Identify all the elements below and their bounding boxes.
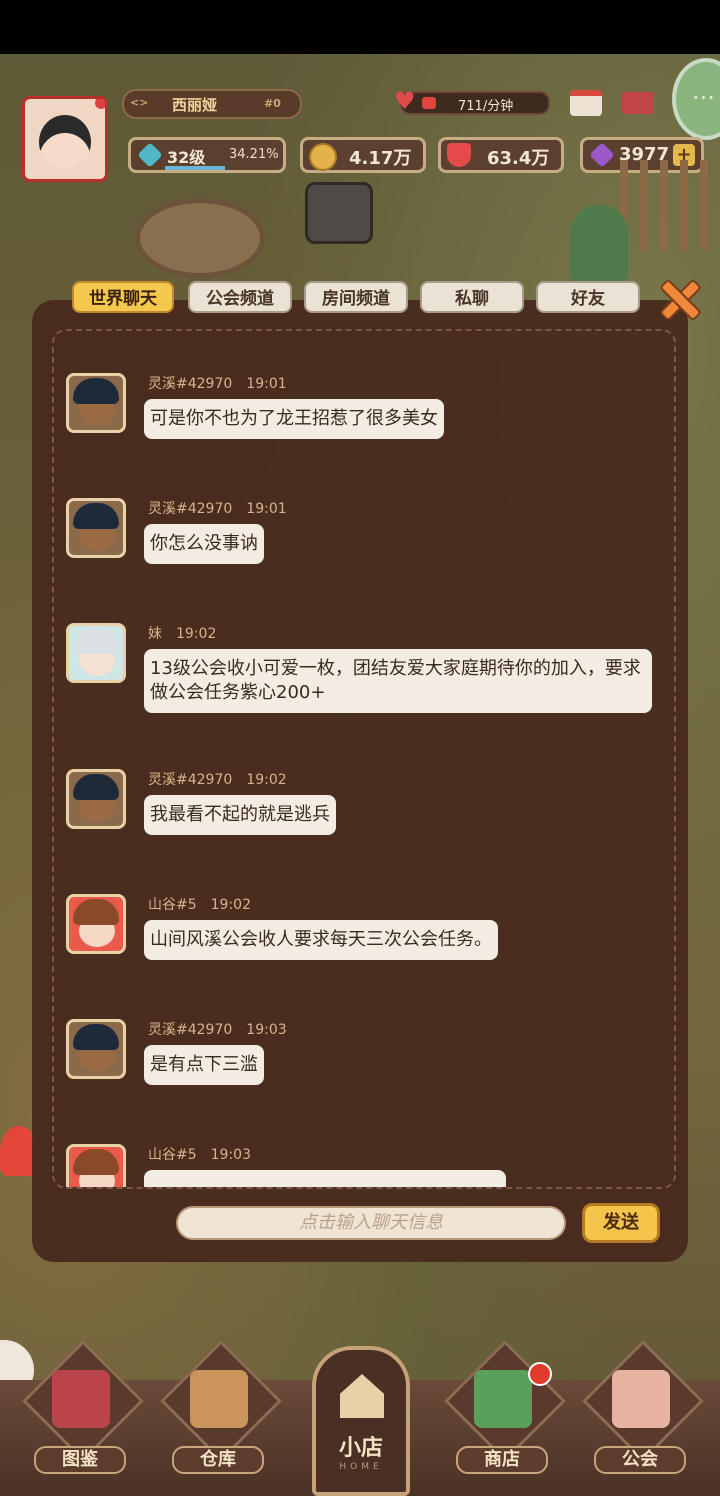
level-progress: 34.21% [229,147,279,162]
hearts-display: 63.4万 [438,137,564,173]
message-time: 19:01 [246,376,287,392]
gold-display: 4.17万 [300,137,426,173]
message-meta: 山谷#5 19:03 [148,1144,251,1164]
avatar[interactable] [66,373,126,433]
avatar[interactable] [66,894,126,954]
player-id: #0 [264,97,281,110]
message-list[interactable]: 灵溪#42970 19:01 可是你不也为了龙王招惹了很多美女 灵溪#42970 1… [52,329,676,1189]
sender-name: 灵溪#42970 [148,501,233,517]
couple-icon [612,1370,670,1428]
player-name: 西丽娅 [172,96,218,114]
calendar-icon[interactable] [570,90,602,116]
arrow-left-icon: <> [130,96,149,109]
level-display: 32级 34.21% [128,137,286,173]
message-meta: 灵溪#42970 19:03 [148,1019,287,1039]
message-time: 19:01 [246,501,287,517]
message-time: 19:02 [246,772,287,788]
sender-name: 灵溪#42970 [148,376,233,392]
gold-coin-icon [309,143,337,171]
book-icon [52,1370,110,1428]
nav-home[interactable]: 小店 HOME [312,1346,410,1496]
avatar[interactable] [66,1144,126,1187]
tab-guild-channel[interactable]: 公会频道 [188,281,292,313]
player-name-pill[interactable]: <> 西丽娅 #0 [122,89,302,119]
message-time: 19:03 [210,1147,251,1163]
notification-dot-icon [95,99,105,109]
message-bubble: 可是你不也为了龙王招惹了很多美女 [144,399,444,439]
heart-rate-meter: ♥ 711/分钟 [394,87,550,115]
message-bubble: 山间风溪公会收人要求每天三次公会任务。 [144,920,498,960]
shop-badge [528,1362,552,1386]
sender-name: 灵溪#42970 [148,1022,233,1038]
message-time: 19:02 [210,897,251,913]
nav-collection-label: 图鉴 [34,1446,126,1474]
mail-icon[interactable] [622,92,654,114]
shop-icon [474,1370,532,1428]
heart-rate-fill [422,97,436,109]
level-value: 32级 [167,148,206,167]
message-bubble [144,1170,506,1187]
message-meta: 灵溪#42970 19:02 [148,769,287,789]
gold-value: 4.17万 [349,148,412,169]
message-meta: 灵溪#42970 19:01 [148,498,287,518]
avatar-face [39,115,91,169]
tab-room-channel[interactable]: 房间频道 [304,281,408,313]
tab-friends[interactable]: 好友 [536,281,640,313]
message-time: 19:02 [176,626,217,642]
gem-icon [589,142,615,168]
nav-warehouse-label: 仓库 [172,1446,264,1474]
message-bubble: 是有点下三滥 [144,1045,264,1085]
heart-rate-text: 711/分钟 [458,99,514,114]
message-meta: 妹 19:02 [148,623,216,643]
heart-currency-icon [447,143,471,167]
close-x-icon[interactable] [656,276,700,320]
avatar[interactable] [66,623,126,683]
message-bubble: 你怎么没事讷 [144,524,264,564]
box-icon [190,1370,248,1428]
player-avatar[interactable] [22,96,108,182]
send-button[interactable]: 发送 [582,1203,660,1243]
status-bar [0,0,720,54]
fence-decoration [620,160,720,250]
hearts-value: 63.4万 [487,148,550,169]
tab-world-chat[interactable]: 世界聊天 [72,281,174,313]
chat-input[interactable]: 点击输入聊天信息 [176,1206,566,1240]
star-level-icon [137,142,163,168]
treasure-chest-decoration [305,182,373,244]
message-time: 19:03 [246,1022,287,1038]
nav-home-sub: HOME [339,1462,383,1472]
message-meta: 灵溪#42970 19:01 [148,373,287,393]
sender-name: 妹 [148,626,162,642]
level-progress-bar [165,166,225,170]
avatar[interactable] [66,1019,126,1079]
message-bubble: 13级公会收小可爱一枚，团结友爱大家庭期待你的加入，要求做公会任务紫心200+ [144,649,652,713]
message-bubble: 我最看不起的就是逃兵 [144,795,336,835]
tab-private-chat[interactable]: 私聊 [420,281,524,313]
nav-home-label: 小店 [338,1436,383,1461]
message-meta: 山谷#5 19:02 [148,894,251,914]
sender-name: 山谷#5 [148,1147,197,1163]
avatar[interactable] [66,769,126,829]
heart-icon: ♥ [394,87,416,115]
avatar[interactable] [66,498,126,558]
round-table-decoration [135,198,265,278]
house-icon [340,1374,384,1418]
sender-name: 灵溪#42970 [148,772,233,788]
sender-name: 山谷#5 [148,897,197,913]
nav-guild-label: 公会 [594,1446,686,1474]
nav-shop-label: 商店 [456,1446,548,1474]
npc-character [570,205,628,285]
